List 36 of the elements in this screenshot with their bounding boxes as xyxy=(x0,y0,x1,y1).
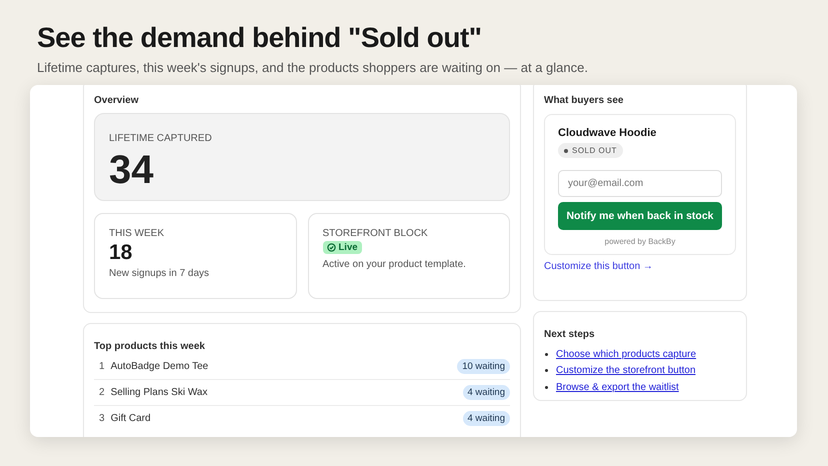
stat-label: LIFETIME CAPTURED xyxy=(109,133,212,144)
product-name: AutoBadge Demo Tee xyxy=(110,361,210,372)
card-title: Overview xyxy=(94,95,138,106)
sold-out-badge: SOLD OUT xyxy=(558,143,623,158)
rank-number: 2 xyxy=(99,387,105,398)
powered-by-text: powered by BackBy xyxy=(604,237,676,246)
product-title: Cloudwave Hoodie xyxy=(558,127,656,139)
stat-label: STOREFRONT BLOCK xyxy=(322,228,428,239)
waiting-badge: 10 waiting xyxy=(457,359,510,374)
check-circle-icon xyxy=(326,243,336,252)
next-step-link[interactable]: Browse & export the waitlist xyxy=(556,382,679,393)
customize-link[interactable]: Customize this button → xyxy=(544,261,653,272)
next-step-link[interactable]: Customize the storefront button xyxy=(556,365,696,376)
page-heading: See the demand behind "Sold out" xyxy=(37,22,482,54)
waiting-badge: 4 waiting xyxy=(462,411,510,426)
stat-note: Active on your product template. xyxy=(322,259,466,270)
bullet-icon xyxy=(545,386,548,389)
card-title: What buyers see xyxy=(544,95,624,106)
rank-number: 3 xyxy=(99,413,105,424)
card-title: Top products this week xyxy=(94,341,205,352)
page-subheading: Lifetime captures, this week's signups, and the products shoppers are waiting on — at a glance. xyxy=(37,60,588,75)
product-name: Gift Card xyxy=(110,413,152,424)
stat-note: New signups in 7 days xyxy=(109,268,210,279)
card-title: Next steps xyxy=(544,329,595,340)
next-step-link[interactable]: Choose which products capture xyxy=(556,348,696,360)
status-badge: Live xyxy=(322,241,362,254)
bullet-icon xyxy=(545,352,548,356)
bullet-icon xyxy=(545,369,548,372)
stat-value: 34 xyxy=(109,148,154,192)
email-field[interactable]: your@email.com xyxy=(558,170,722,197)
notify-button[interactable]: Notify me when back in stock xyxy=(558,202,722,230)
waiting-badge: 4 waiting xyxy=(462,385,510,400)
product-name: Selling Plans Ski Wax xyxy=(110,387,208,398)
rank-number: 1 xyxy=(99,361,105,372)
stat-label: THIS WEEK xyxy=(109,228,164,239)
stat-value: 18 xyxy=(109,241,132,265)
